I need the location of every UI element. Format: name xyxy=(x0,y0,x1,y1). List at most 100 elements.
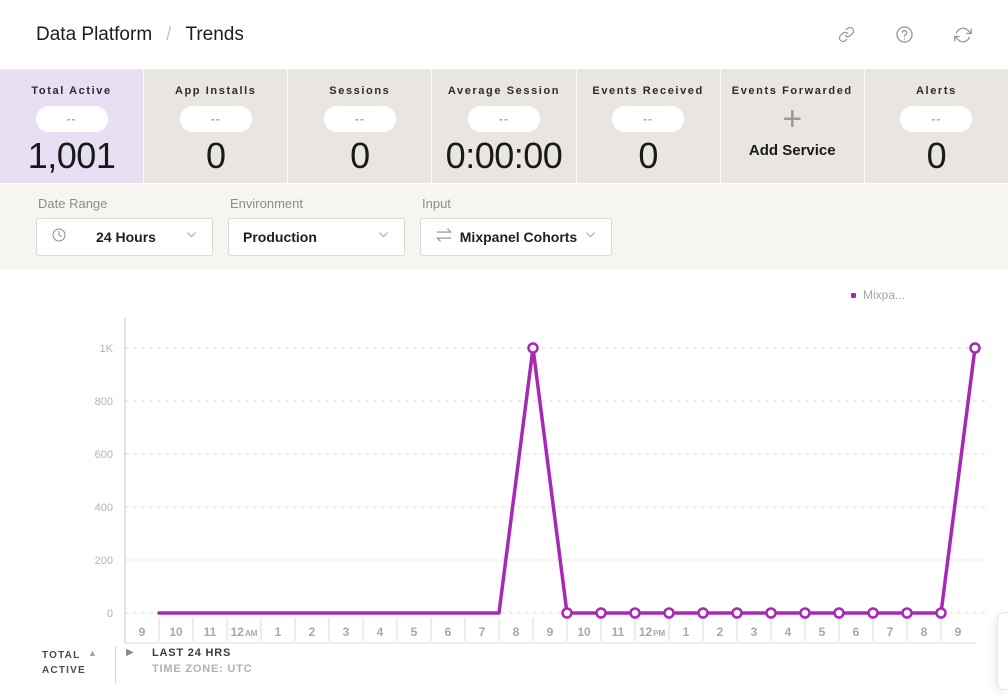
stat-card-pill: -- xyxy=(36,106,108,132)
stat-card-sessions[interactable]: Sessions -- 0 xyxy=(288,70,431,183)
x-tick-label: 7 xyxy=(479,625,486,639)
stat-card-label: Average Session xyxy=(432,85,575,97)
exchange-icon xyxy=(435,228,453,247)
clock-icon xyxy=(51,227,67,248)
x-tick-label: 8 xyxy=(921,625,928,639)
data-point-marker xyxy=(665,609,674,618)
x-tick-label: 2 xyxy=(309,625,316,639)
stat-card-value: 0 xyxy=(288,135,431,177)
x-tick-label: 3 xyxy=(343,625,350,639)
stat-card-app-installs[interactable]: App Installs -- 0 xyxy=(144,70,287,183)
stat-card-label: Total Active xyxy=(0,85,143,97)
header-actions xyxy=(838,25,972,44)
page-header: Data Platform / Trends xyxy=(0,0,1008,70)
stat-card-label: Sessions xyxy=(288,85,431,97)
chevron-down-icon xyxy=(584,228,597,246)
edge-flyout-handle[interactable] xyxy=(997,612,1008,690)
stat-card-events-received[interactable]: Events Received -- 0 xyxy=(577,70,720,183)
series-row-label: TOTAL ACTIVE xyxy=(42,648,86,678)
data-point-marker xyxy=(597,609,606,618)
x-tick-label: 1 xyxy=(683,625,690,639)
x-tick-label: 9 xyxy=(139,625,146,639)
trend-chart-panel: Mixpa... 1K80060040020009101112AM1234567… xyxy=(0,270,1008,696)
expand-row-triangle-icon[interactable]: ▶ xyxy=(126,647,134,658)
filter-date-range: Date Range 24 Hours xyxy=(36,196,213,270)
data-point-marker xyxy=(529,344,538,353)
stat-card-value: 0 xyxy=(577,135,720,177)
stat-card-label: App Installs xyxy=(144,85,287,97)
filter-environment: Environment Production xyxy=(228,196,405,270)
sort-triangle-up-icon[interactable]: ▲ xyxy=(88,648,97,658)
x-tick-label: 4 xyxy=(785,625,792,639)
x-tick-label: 11 xyxy=(612,625,625,639)
stat-card-value: 0 xyxy=(144,135,287,177)
filter-label: Date Range xyxy=(38,196,213,211)
breadcrumb-parent[interactable]: Data Platform xyxy=(36,24,152,46)
trend-line xyxy=(159,348,975,613)
environment-dropdown[interactable]: Production xyxy=(228,218,405,256)
plus-icon: + xyxy=(721,101,864,137)
app-window: Data Platform / Trends Total Active -- 1… xyxy=(0,0,1008,696)
footer-divider xyxy=(115,646,116,684)
y-tick-label: 1K xyxy=(100,343,114,355)
x-tick-label: 5 xyxy=(819,625,826,639)
y-tick-label: 0 xyxy=(107,608,113,620)
x-tick-label: 6 xyxy=(445,625,452,639)
stat-card-pill: -- xyxy=(612,106,684,132)
stat-card-value: 0:00:00 xyxy=(432,135,575,177)
stat-card-label: Alerts xyxy=(865,85,1008,97)
x-tick-label: 12AM xyxy=(231,625,258,639)
x-tick-label: 11 xyxy=(204,625,217,639)
stat-card-value: 1,001 xyxy=(0,135,143,177)
stat-card-value: 0 xyxy=(865,135,1008,177)
y-tick-label: 400 xyxy=(95,502,113,514)
data-point-marker xyxy=(801,609,810,618)
refresh-icon[interactable] xyxy=(954,26,972,44)
date-range-value: 24 Hours xyxy=(96,229,156,245)
y-tick-label: 600 xyxy=(95,449,113,461)
stat-card-total-active[interactable]: Total Active -- 1,001 xyxy=(0,70,143,183)
chevron-down-icon xyxy=(185,228,198,246)
help-icon[interactable] xyxy=(895,25,914,44)
stat-card-average-session[interactable]: Average Session -- 0:00:00 xyxy=(432,70,575,183)
input-value: Mixpanel Cohorts xyxy=(460,229,577,245)
stat-card-pill: -- xyxy=(468,106,540,132)
data-point-marker xyxy=(733,609,742,618)
stat-card-pill: -- xyxy=(180,106,252,132)
link-icon[interactable] xyxy=(838,26,855,43)
range-label: LAST 24 HRS xyxy=(152,647,231,659)
input-dropdown[interactable]: Mixpanel Cohorts xyxy=(420,218,612,256)
x-tick-label: 2 xyxy=(717,625,724,639)
stat-card-label: Events Forwarded xyxy=(721,85,864,97)
stat-card-events-forwarded-add-service[interactable]: Events Forwarded + Add Service xyxy=(721,70,864,183)
data-point-marker xyxy=(937,609,946,618)
data-point-marker xyxy=(971,344,980,353)
add-service-button[interactable]: Add Service xyxy=(721,142,864,159)
environment-value: Production xyxy=(243,229,317,245)
timezone-label: TIME ZONE: UTC xyxy=(152,663,252,675)
x-tick-label: 3 xyxy=(751,625,758,639)
filter-bar: Date Range 24 Hours Environment Producti… xyxy=(0,184,1008,270)
date-range-dropdown[interactable]: 24 Hours xyxy=(36,218,213,256)
y-tick-label: 800 xyxy=(95,396,113,408)
stats-card-row: Total Active -- 1,001 App Installs -- 0 … xyxy=(0,70,1008,183)
x-tick-label: 9 xyxy=(955,625,962,639)
page-title: Trends xyxy=(185,24,243,46)
y-tick-label: 200 xyxy=(95,555,113,567)
filter-label: Environment xyxy=(230,196,405,211)
breadcrumb-separator: / xyxy=(166,24,171,46)
x-tick-label: 10 xyxy=(169,625,183,639)
chart-footer: TOTAL ACTIVE ▲ ▶ LAST 24 HRS TIME ZONE: … xyxy=(0,644,1008,690)
x-tick-label: 12PM xyxy=(639,625,666,639)
x-tick-label: 1 xyxy=(275,625,282,639)
stat-card-label: Events Received xyxy=(577,85,720,97)
chevron-down-icon xyxy=(377,228,390,246)
filter-label: Input xyxy=(422,196,612,211)
x-tick-label: 10 xyxy=(577,625,591,639)
stat-card-pill: -- xyxy=(900,106,972,132)
filter-input: Input Mixpanel Cohorts xyxy=(420,196,612,270)
breadcrumb: Data Platform / Trends xyxy=(36,24,244,46)
x-tick-label: 7 xyxy=(887,625,894,639)
data-point-marker xyxy=(563,609,572,618)
stat-card-alerts[interactable]: Alerts -- 0 xyxy=(865,70,1008,183)
